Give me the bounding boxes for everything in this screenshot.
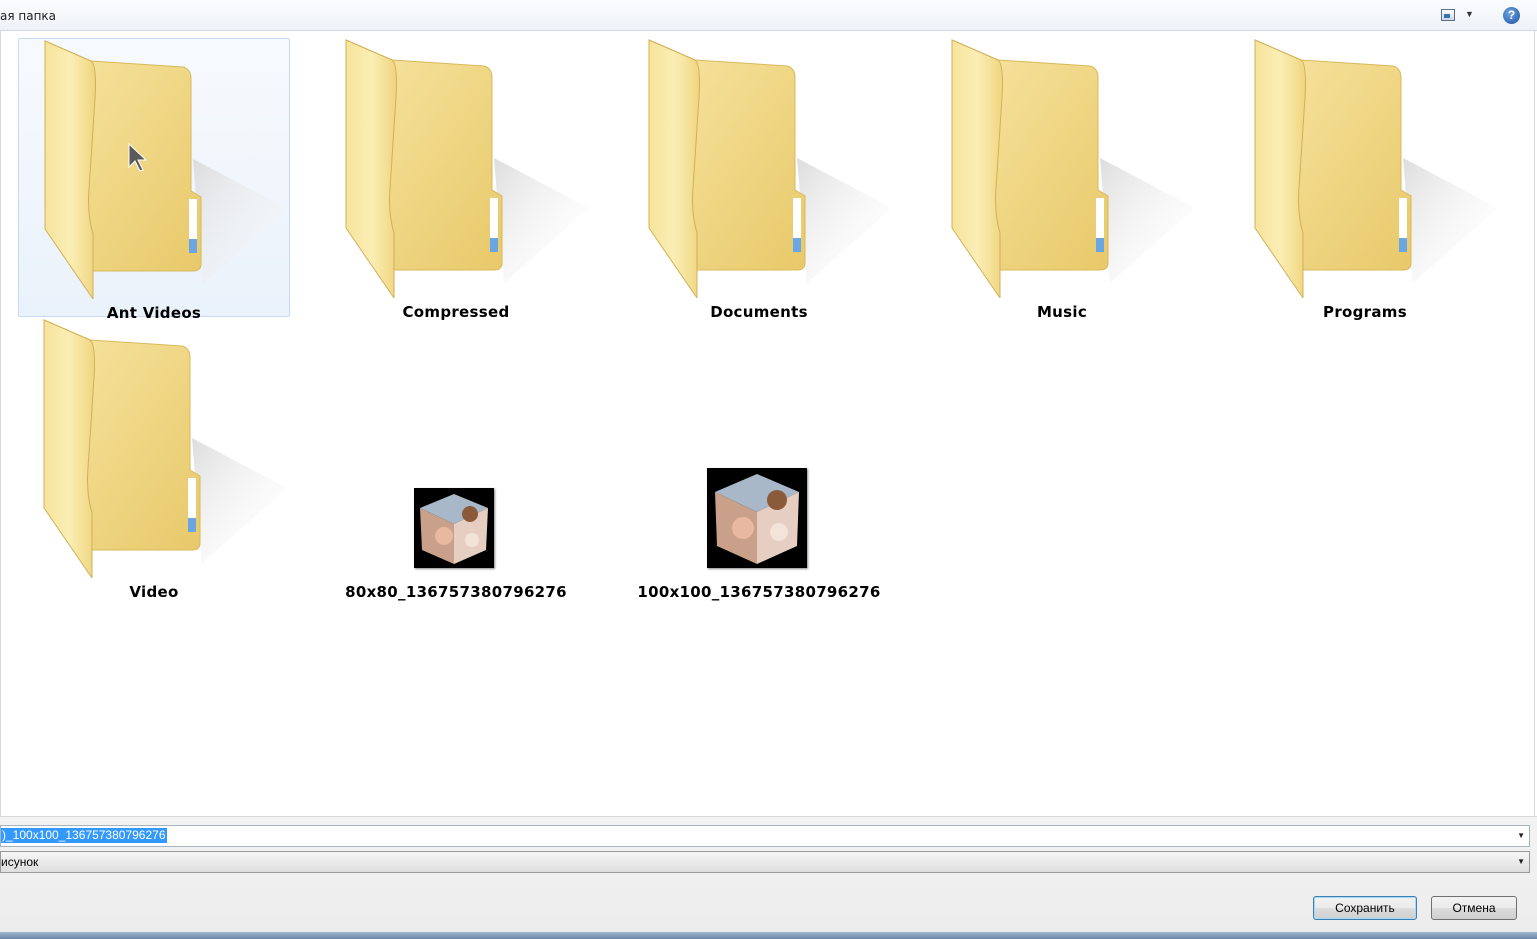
save-button[interactable]: Сохранить bbox=[1313, 896, 1417, 920]
item-label: Programs bbox=[1323, 303, 1407, 321]
folder-icon bbox=[1253, 38, 1503, 298]
folder-icon bbox=[43, 39, 293, 299]
filetype-select[interactable]: исунок ▼ bbox=[0, 851, 1530, 873]
folder-item-video[interactable]: Video bbox=[18, 318, 292, 601]
mouse-cursor-icon bbox=[128, 143, 148, 172]
folder-item-compressed[interactable]: Compressed bbox=[320, 38, 594, 321]
item-label: Music bbox=[1036, 303, 1088, 321]
save-form: )_100x100_136757380796276 ▼ исунок ▼ Сох… bbox=[0, 816, 1537, 939]
item-label: Video bbox=[129, 583, 179, 601]
folder-icon bbox=[950, 38, 1200, 298]
window-bottom-border bbox=[0, 932, 1537, 939]
help-icon[interactable]: ? bbox=[1503, 7, 1520, 24]
filename-input[interactable]: )_100x100_136757380796276 bbox=[1, 828, 167, 843]
folder-icon bbox=[344, 38, 594, 298]
view-options-icon bbox=[1441, 9, 1455, 21]
cancel-button[interactable]: Отмена bbox=[1431, 896, 1517, 920]
chevron-down-icon[interactable]: ▼ bbox=[1517, 831, 1525, 840]
image-thumbnail bbox=[414, 488, 494, 568]
folder-item-documents[interactable]: Documents bbox=[623, 38, 897, 321]
folder-item-music[interactable]: Music bbox=[926, 38, 1200, 321]
chevron-down-icon[interactable]: ▼ bbox=[1517, 857, 1525, 866]
folder-title: ая папка bbox=[0, 9, 57, 23]
filetype-value: исунок bbox=[1, 855, 39, 869]
file-list[interactable]: Ant Videos Compressed Documents Music Pr… bbox=[0, 31, 1535, 816]
view-options-button[interactable]: ▼ bbox=[1437, 6, 1479, 26]
folder-item-programs[interactable]: Programs bbox=[1229, 38, 1503, 321]
image-thumbnail bbox=[707, 468, 807, 568]
image-item-80x80[interactable]: 80x80_136757380796276 bbox=[320, 318, 592, 601]
item-label: 80x80_136757380796276 bbox=[345, 583, 567, 601]
filename-combobox[interactable]: )_100x100_136757380796276 ▼ bbox=[0, 825, 1530, 847]
folder-item-ant-videos[interactable]: Ant Videos bbox=[18, 38, 293, 322]
chevron-down-icon: ▼ bbox=[1465, 9, 1474, 19]
folder-icon bbox=[647, 38, 897, 298]
item-label: 100x100_136757380796276 bbox=[637, 583, 881, 601]
folder-icon bbox=[42, 318, 292, 578]
toolbar: ая папка ▼ ? bbox=[0, 0, 1537, 31]
image-item-100x100[interactable]: 100x100_136757380796276 bbox=[623, 318, 895, 601]
